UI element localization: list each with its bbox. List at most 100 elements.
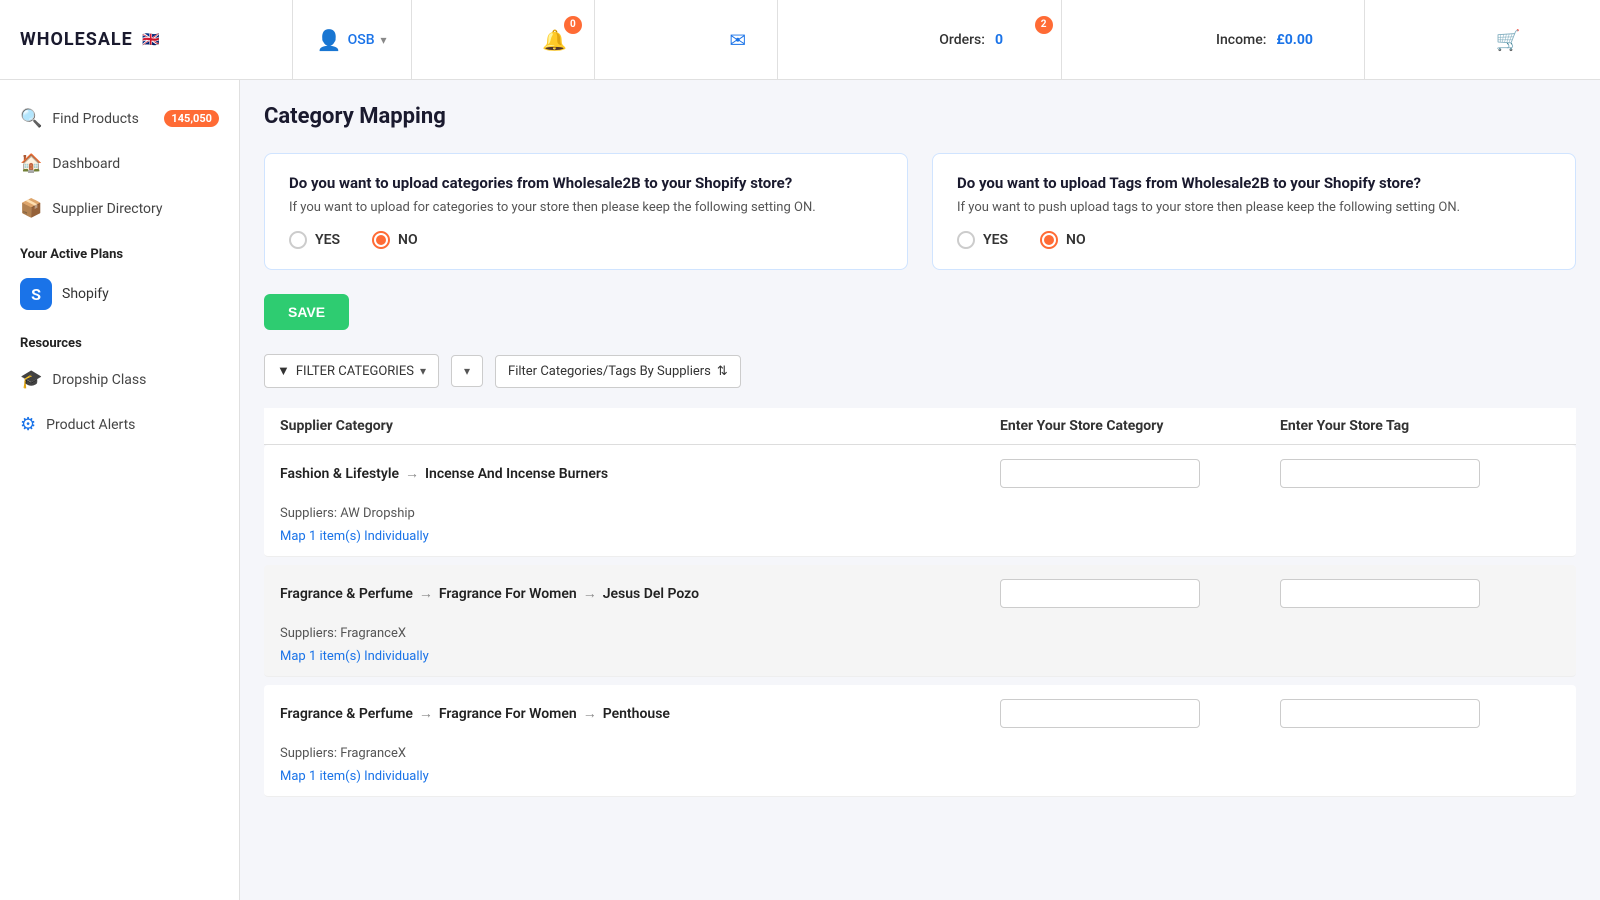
categories-no-label: NO bbox=[398, 232, 418, 248]
sidebar-item-supplier-directory[interactable]: 📦 Supplier Directory bbox=[0, 186, 239, 231]
row-suppliers-1: Suppliers: FragranceX bbox=[264, 622, 1576, 649]
orders-label: Orders: bbox=[939, 32, 985, 48]
save-button[interactable]: SAVE bbox=[264, 294, 349, 330]
row-main-0: Fashion & Lifestyle → Incense And Incense … bbox=[264, 445, 1576, 502]
tags-yes-radio[interactable] bbox=[957, 231, 975, 249]
categories-yes-label: YES bbox=[315, 232, 340, 248]
tags-no-label: NO bbox=[1066, 232, 1086, 248]
categories-question: Do you want to upload categories from Wh… bbox=[289, 174, 883, 192]
store-category-input-wrapper-1 bbox=[1000, 579, 1280, 608]
category-segment: Fragrance For Women bbox=[439, 706, 577, 722]
sidebar-item-find-products[interactable]: 🔍 Find Products 145,050 bbox=[0, 96, 239, 141]
tags-hint: If you want to push upload tags to your … bbox=[957, 200, 1551, 215]
store-category-input-wrapper-2 bbox=[1000, 699, 1280, 728]
map-link-1[interactable]: Map 1 item(s) Individually bbox=[264, 649, 1576, 676]
table-row: Fashion & Lifestyle → Incense And Incense … bbox=[264, 445, 1576, 557]
sidebar-item-label-dashboard: Dashboard bbox=[52, 156, 120, 172]
category-path-0: Fashion & Lifestyle → Incense And Incense … bbox=[280, 465, 1000, 482]
row-suppliers-2: Suppliers: FragranceX bbox=[264, 742, 1576, 769]
category-segment: Penthouse bbox=[603, 706, 670, 722]
mail-nav-item[interactable]: ✉ bbox=[698, 0, 778, 80]
category-path-1: Fragrance & Perfume → Fragrance For Women →… bbox=[280, 585, 1000, 602]
row-main-1: Fragrance & Perfume → Fragrance For Women →… bbox=[264, 565, 1576, 622]
layout: 🔍 Find Products 145,050 🏠 Dashboard 📦 Su… bbox=[0, 80, 1600, 900]
category-segment: Jesus Del Pozo bbox=[603, 586, 699, 602]
page-title: Category Mapping bbox=[264, 104, 1576, 129]
table-header: Supplier Category Enter Your Store Categ… bbox=[264, 408, 1576, 445]
categories-no-radio[interactable] bbox=[372, 231, 390, 249]
filter-categories-arrow: ▾ bbox=[420, 364, 426, 378]
person-icon: 👤 bbox=[317, 28, 342, 52]
income-value: £0.00 bbox=[1276, 32, 1312, 48]
active-plans-title: Your Active Plans bbox=[0, 231, 239, 268]
category-segment: Fragrance & Perfume bbox=[280, 706, 413, 722]
category-arrow: → bbox=[405, 465, 419, 482]
filter-categories-label: FILTER CATEGORIES bbox=[296, 364, 414, 379]
category-arrow: → bbox=[583, 705, 597, 722]
filter-supplier-dropdown[interactable]: Filter Categories/Tags By Suppliers ⇅ bbox=[495, 355, 741, 388]
resources-title: Resources bbox=[0, 320, 239, 357]
filter-categories-dropdown[interactable]: ▼ FILTER CATEGORIES ▾ bbox=[264, 354, 439, 388]
sidebar-item-shopify[interactable]: S Shopify bbox=[0, 268, 239, 320]
dashboard-icon: 🏠 bbox=[20, 153, 42, 174]
sidebar-item-label-product-alerts: Product Alerts bbox=[46, 417, 135, 433]
map-link-0[interactable]: Map 1 item(s) Individually bbox=[264, 529, 1576, 556]
sidebar-item-label-dropship-class: Dropship Class bbox=[52, 372, 146, 388]
sidebar-item-dropship-class[interactable]: 🎓 Dropship Class bbox=[0, 357, 239, 402]
sidebar-item-label-find-products: Find Products bbox=[52, 111, 138, 127]
sidebar-item-product-alerts[interactable]: ⚙ Product Alerts bbox=[0, 402, 239, 447]
logo-area: WHOLESALE 🇬🇧 bbox=[0, 26, 240, 54]
categories-radio-group: YES NO bbox=[289, 231, 883, 249]
user-nav-item[interactable]: 👤 OSB ▾ bbox=[292, 0, 412, 80]
filter-row: ▼ FILTER CATEGORIES ▾ ▾ Filter Categorie… bbox=[264, 354, 1576, 388]
categories-no-option[interactable]: NO bbox=[372, 231, 418, 249]
cart-nav-item[interactable]: 🛒 bbox=[1468, 0, 1548, 80]
store-tag-input-wrapper-1 bbox=[1280, 579, 1560, 608]
user-dropdown-arrow: ▾ bbox=[381, 33, 387, 47]
filter-supplier-sort-icon: ⇅ bbox=[717, 364, 728, 379]
category-arrow: → bbox=[583, 585, 597, 602]
category-arrow: → bbox=[419, 705, 433, 722]
store-category-input-1[interactable] bbox=[1000, 579, 1200, 608]
notifications-nav-item[interactable]: 🔔 0 bbox=[515, 0, 595, 80]
filter-categories-extra[interactable]: ▾ bbox=[451, 355, 483, 387]
orders-badge: 2 bbox=[1035, 16, 1053, 34]
store-tag-input-1[interactable] bbox=[1280, 579, 1480, 608]
table-row: Fragrance & Perfume → Fragrance For Women →… bbox=[264, 565, 1576, 677]
cart-icon: 🛒 bbox=[1496, 28, 1521, 52]
table-body: Fashion & Lifestyle → Incense And Incense … bbox=[264, 445, 1576, 797]
category-segment: Incense And Incense Burners bbox=[425, 466, 608, 482]
tags-no-option[interactable]: NO bbox=[1040, 231, 1086, 249]
category-segment: Fragrance & Perfume bbox=[280, 586, 413, 602]
tags-no-radio[interactable] bbox=[1040, 231, 1058, 249]
tags-no-radio-inner bbox=[1044, 235, 1054, 245]
map-link-2[interactable]: Map 1 item(s) Individually bbox=[264, 769, 1576, 796]
filter-supplier-label: Filter Categories/Tags By Suppliers bbox=[508, 364, 711, 379]
main-content: Category Mapping Do you want to upload c… bbox=[240, 80, 1600, 900]
tags-card: Do you want to upload Tags from Wholesal… bbox=[932, 153, 1576, 270]
tags-yes-label: YES bbox=[983, 232, 1008, 248]
category-arrow: → bbox=[419, 585, 433, 602]
store-category-input-0[interactable] bbox=[1000, 459, 1200, 488]
categories-yes-option[interactable]: YES bbox=[289, 231, 340, 249]
sidebar-item-label-shopify: Shopify bbox=[62, 286, 109, 302]
category-segment: Fashion & Lifestyle bbox=[280, 466, 399, 482]
sidebar-item-label-supplier-directory: Supplier Directory bbox=[52, 201, 162, 217]
store-category-input-2[interactable] bbox=[1000, 699, 1200, 728]
orders-nav-item[interactable]: Orders: 0 2 bbox=[882, 0, 1062, 80]
store-tag-input-wrapper-0 bbox=[1280, 459, 1560, 488]
store-tag-input-0[interactable] bbox=[1280, 459, 1480, 488]
store-tag-input-2[interactable] bbox=[1280, 699, 1480, 728]
bell-icon: 🔔 bbox=[542, 28, 567, 52]
col-supplier-category: Supplier Category bbox=[280, 418, 1000, 434]
categories-yes-radio[interactable] bbox=[289, 231, 307, 249]
category-segment: Fragrance For Women bbox=[439, 586, 577, 602]
sidebar-item-dashboard[interactable]: 🏠 Dashboard bbox=[0, 141, 239, 186]
bell-badge: 0 bbox=[564, 16, 582, 34]
table-row: Fragrance & Perfume → Fragrance For Women →… bbox=[264, 685, 1576, 797]
brand-name: WHOLESALE bbox=[20, 29, 133, 50]
tags-yes-option[interactable]: YES bbox=[957, 231, 1008, 249]
dropship-class-icon: 🎓 bbox=[20, 369, 42, 390]
product-alerts-icon: ⚙ bbox=[20, 414, 36, 435]
brand-flag: 🇬🇧 bbox=[137, 26, 165, 54]
